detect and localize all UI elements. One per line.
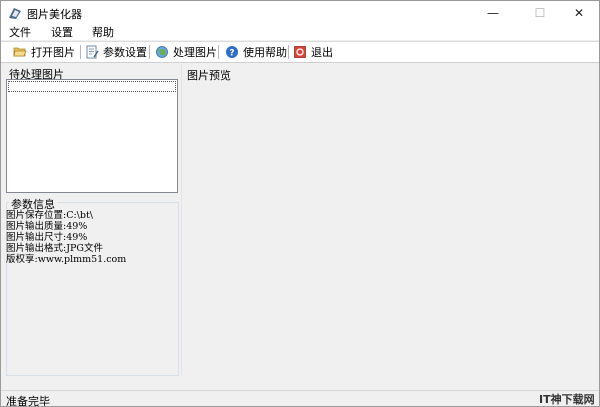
- list-focus-item[interactable]: [8, 81, 176, 92]
- panel-splitter[interactable]: [181, 64, 182, 375]
- exit-label: 退出: [311, 46, 333, 59]
- toolbar-separator: [288, 45, 289, 59]
- status-bar: 准备完毕: [1, 390, 599, 407]
- settings-label: 参数设置: [103, 46, 147, 59]
- status-text: 准备完毕: [6, 395, 50, 407]
- process-image-button[interactable]: 处理图片: [155, 43, 217, 61]
- param-output-format: 图片输出格式:JPG文件: [6, 243, 103, 254]
- minimize-button[interactable]: —: [473, 1, 513, 25]
- open-image-button[interactable]: 打开图片: [13, 43, 75, 61]
- preview-area: [183, 81, 597, 375]
- maximize-button[interactable]: ☐: [520, 1, 560, 25]
- menu-bar: 文件 设置 帮助: [1, 25, 599, 40]
- folder-open-icon: [13, 45, 27, 59]
- settings-button[interactable]: 参数设置: [85, 43, 147, 61]
- param-output-size: 图片输出尺寸:49%: [6, 232, 88, 243]
- process-image-label: 处理图片: [173, 46, 217, 59]
- toolbar-separator: [218, 45, 219, 59]
- document-edit-icon: [85, 45, 99, 59]
- menu-file[interactable]: 文件: [9, 25, 31, 40]
- svg-text:?: ?: [229, 49, 234, 59]
- param-output-quality: 图片输出质量:49%: [6, 221, 88, 232]
- param-copyright: 版权享:www.plmm51.com: [6, 254, 127, 265]
- pending-images-list[interactable]: [6, 79, 178, 193]
- title-bar[interactable]: 图片美化器 — ☐ ✕: [1, 1, 599, 25]
- toolbar-separator: [80, 45, 81, 59]
- close-button[interactable]: ✕: [559, 1, 599, 25]
- exit-icon: [293, 45, 307, 59]
- help-button[interactable]: ? 使用帮助: [225, 43, 287, 61]
- watermark-logo: IT神下载网: [539, 393, 595, 406]
- menu-help[interactable]: 帮助: [92, 25, 114, 40]
- app-icon: [7, 5, 23, 21]
- toolbar-separator: [149, 45, 150, 59]
- toolbar: 打开图片 参数设置 处理图片 ? 使用帮助 退出: [1, 41, 599, 63]
- menu-settings[interactable]: 设置: [51, 25, 73, 40]
- param-save-location: 图片保存位置:C:\bt\: [6, 210, 93, 221]
- exit-button[interactable]: 退出: [293, 43, 333, 61]
- globe-image-icon: [155, 45, 169, 59]
- help-icon: ?: [225, 45, 239, 59]
- window-title: 图片美化器: [27, 8, 82, 21]
- open-image-label: 打开图片: [31, 46, 75, 59]
- help-label: 使用帮助: [243, 46, 287, 59]
- app-window: 图片美化器 — ☐ ✕ 文件 设置 帮助 打开图片 参数设置 处理图片 ? 使用…: [0, 0, 600, 407]
